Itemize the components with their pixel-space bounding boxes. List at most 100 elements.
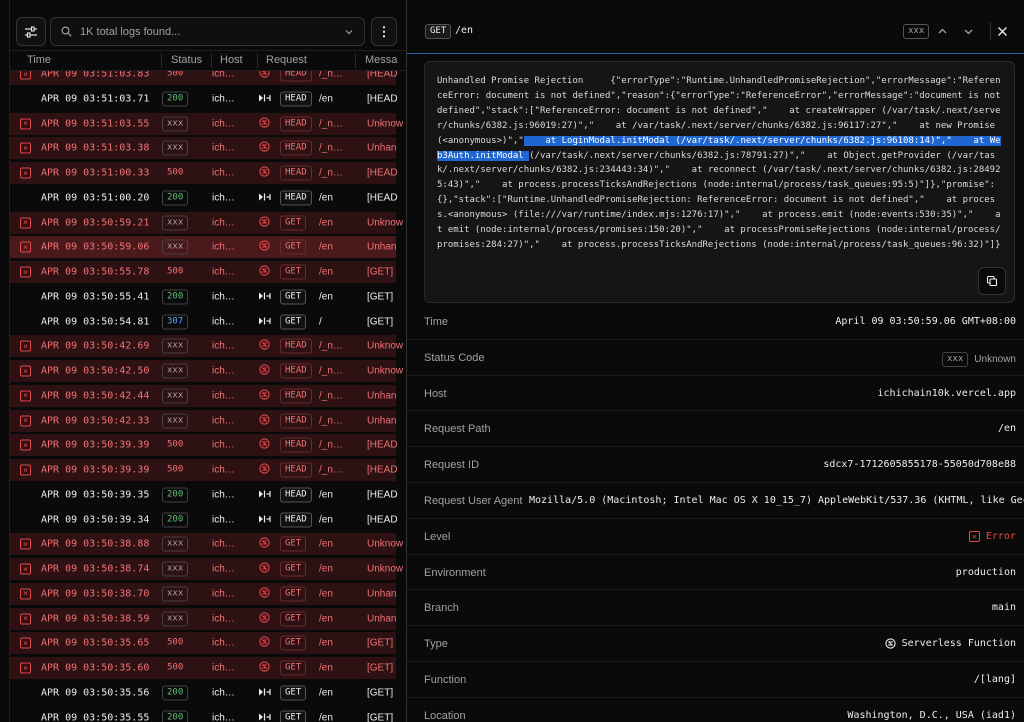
filter-button[interactable]	[16, 17, 46, 46]
log-time: APR 09 03:50:35.56	[41, 687, 150, 699]
log-message: Unhan	[367, 390, 397, 402]
log-host: ich…	[212, 340, 235, 352]
log-message: [GET]	[367, 266, 394, 278]
request-path: /en	[455, 25, 474, 36]
log-row[interactable]: ✕ APR 09 03:51:03.83 500 ich… HEAD /_n… [HEAD	[10, 71, 398, 85]
log-row[interactable]: ✕ APR 09 03:51:03.55 xxx ich… HEAD /_n… Unknow	[10, 112, 403, 135]
status-badge: 500	[167, 637, 184, 648]
method-badge: HEAD	[280, 388, 312, 404]
prop-value[interactable]: ✕ Error	[968, 530, 1016, 542]
log-row[interactable]: ✕ APR 09 03:50:59.21 xxx ich… GET/en Unknow	[10, 211, 403, 234]
method-badge: GET	[280, 215, 307, 230]
log-row[interactable]: ✕ APR 09 03:50:42.50 xxx ich… HEAD /_n… Unknow	[10, 360, 403, 382]
log-time: APR 09 03:50:42.33	[41, 415, 150, 426]
log-time: APR 09 03:50:39.39	[41, 439, 150, 451]
prop-value[interactable]: Mozilla/5.0 (Macintosh; Intel Mac OS X 1…	[529, 495, 1024, 506]
request-path: /en	[319, 489, 333, 501]
log-row[interactable]: APR 09 03:50:54.81 307 ich… GET / [GET]	[10, 311, 396, 333]
log-host: ich…	[212, 118, 235, 129]
log-row[interactable]: ✕ APR 09 03:50:39.39 500 ich… HEAD /_n… [HEAD	[10, 459, 398, 481]
log-row[interactable]: APR 09 03:50:35.56 200 ich… GET/en [GET]	[10, 682, 396, 704]
status-badge: 200	[162, 487, 189, 503]
col-request-header[interactable]: Request	[266, 54, 307, 66]
request-path: /_n…	[319, 439, 343, 451]
log-row[interactable]: APR 09 03:50:35.55 200 ich… GET/en [GET]	[10, 707, 396, 722]
search-field[interactable]	[50, 17, 365, 46]
log-row[interactable]: ✕ APR 09 03:51:00.33 500 ich… HEAD /_n… [HEAD	[10, 162, 398, 184]
chevron-down-icon[interactable]	[963, 26, 974, 37]
log-row[interactable]: APR 09 03:50:55.41 200 ich… GET/en [GET]	[10, 286, 396, 308]
log-row[interactable]: APR 09 03:50:39.34 200 ich… HEAD/en [HEAD	[10, 509, 398, 531]
log-row[interactable]: ✕ APR 09 03:51:03.38 xxx ich… HEAD /_n… Unhan	[10, 137, 396, 160]
method-badge: HEAD	[280, 437, 312, 453]
log-row[interactable]: ✕ APR 09 03:50:42.33 xxx ich… HEAD /_n… Unhan	[10, 409, 396, 432]
column-divider[interactable]	[161, 53, 162, 68]
prop-value[interactable]: Serverless Function	[884, 638, 1016, 649]
serverless-function-icon	[257, 463, 271, 477]
log-row[interactable]: APR 09 03:50:39.35 200 ich… HEAD/en [HEAD	[10, 484, 398, 506]
log-row[interactable]: ✕ APR 09 03:50:39.39 500 ich… HEAD /_n… [HEAD	[10, 434, 398, 457]
prop-value[interactable]: ichichain10k.vercel.app	[878, 388, 1016, 399]
prop-environment: Environment production	[407, 555, 1024, 591]
log-row[interactable]: ✕ APR 09 03:50:42.69 xxx ich… HEAD /_n… Unknow	[10, 335, 403, 358]
log-row[interactable]: APR 09 03:51:03.71 200 ich… HEAD/en [HEAD	[10, 88, 398, 110]
method-badge: GET	[280, 561, 307, 577]
prop-value[interactable]: /[lang]	[974, 674, 1016, 685]
log-row[interactable]: ✕ APR 09 03:50:38.74 xxx ich… GET/en Unknow	[10, 558, 403, 580]
method-badge: HEAD	[280, 140, 312, 156]
error-icon: ✕	[20, 365, 31, 377]
log-time: APR 09 03:51:03.38	[41, 142, 150, 154]
serverless-function-icon	[257, 215, 271, 230]
copy-button[interactable]	[978, 267, 1006, 295]
column-divider[interactable]	[257, 53, 258, 68]
middleware-icon	[257, 290, 271, 303]
status-badge: xxx	[162, 338, 189, 354]
detail-properties: Time April 09 03:50:59.06 GMT+08:00 Stat…	[407, 304, 1024, 722]
log-row[interactable]: ✕ APR 09 03:50:55.78 500 ich… GET/en [GET]	[10, 261, 396, 283]
error-message-text[interactable]: Unhandled Promise Rejection {"errorType"…	[437, 74, 1003, 253]
prop-value[interactable]: sdcx7-1712605855178-55050d708e88	[823, 459, 1016, 470]
serverless-function-icon	[257, 265, 271, 279]
log-time: APR 09 03:50:38.74	[41, 563, 150, 575]
request-path: /_n…	[319, 142, 343, 154]
search-icon	[61, 26, 72, 37]
chevron-down-icon[interactable]	[344, 27, 354, 37]
more-vertical-icon: ⋮	[377, 23, 391, 39]
middleware-icon	[257, 686, 271, 699]
prop-request-path: Request Path /en	[407, 411, 1024, 448]
prop-value[interactable]: main	[992, 602, 1016, 613]
method-badge: GET	[280, 536, 307, 552]
col-status-header[interactable]: Status	[171, 54, 202, 66]
log-row[interactable]: ✕ APR 09 03:50:42.44 xxx ich… HEAD /_n… Unhan	[10, 384, 397, 407]
log-time: APR 09 03:50:39.35	[41, 489, 150, 501]
prop-status-code: Status Code xxx Unknown	[407, 340, 1024, 376]
log-row[interactable]: ✕ APR 09 03:50:59.06 xxx ich… GET/en Unhan	[10, 236, 396, 259]
column-divider[interactable]	[211, 53, 212, 68]
close-icon[interactable]	[997, 26, 1008, 37]
log-row[interactable]: ✕ APR 09 03:50:35.60 500 ich… GET/en [GET]	[10, 657, 396, 679]
col-host-header[interactable]: Host	[220, 54, 243, 66]
search-input[interactable]	[80, 25, 344, 38]
error-icon: ✕	[20, 241, 31, 253]
prop-value[interactable]: Washington, D.C., USA (iad1)	[847, 710, 1016, 721]
log-row[interactable]: ✕ APR 09 03:50:35.65 500 ich… GET/en [GET]	[10, 632, 396, 655]
prop-value[interactable]: /en	[998, 423, 1016, 434]
log-time: APR 09 03:50:42.69	[41, 340, 150, 352]
log-row[interactable]: APR 09 03:51:00.20 200 ich… HEAD/en [HEAD	[10, 187, 398, 209]
column-divider[interactable]	[355, 53, 356, 68]
chevron-up-icon[interactable]	[937, 26, 948, 37]
more-options-button[interactable]: ⋮	[371, 17, 397, 46]
request-path: /en	[319, 637, 333, 649]
request-path: /_n…	[319, 118, 343, 129]
log-row[interactable]: ✕ APR 09 03:50:38.59 xxx ich… GET/en Unhan	[10, 607, 396, 630]
log-row[interactable]: ✕ APR 09 03:50:38.70 xxx ich… GET/en Unhan	[10, 582, 396, 605]
col-time-header[interactable]: Time	[27, 54, 51, 66]
request-path: /en	[319, 93, 333, 105]
level-text: Error	[985, 530, 1016, 542]
col-message-header[interactable]: Messa	[365, 54, 397, 66]
log-row[interactable]: ✕ APR 09 03:50:38.88 xxx ich… GET/en Unknow	[10, 533, 403, 556]
left-edge-strip	[0, 0, 10, 722]
method-badge: HEAD	[280, 338, 312, 354]
prop-value[interactable]: production	[956, 567, 1016, 578]
error-icon: ✕	[20, 266, 31, 278]
